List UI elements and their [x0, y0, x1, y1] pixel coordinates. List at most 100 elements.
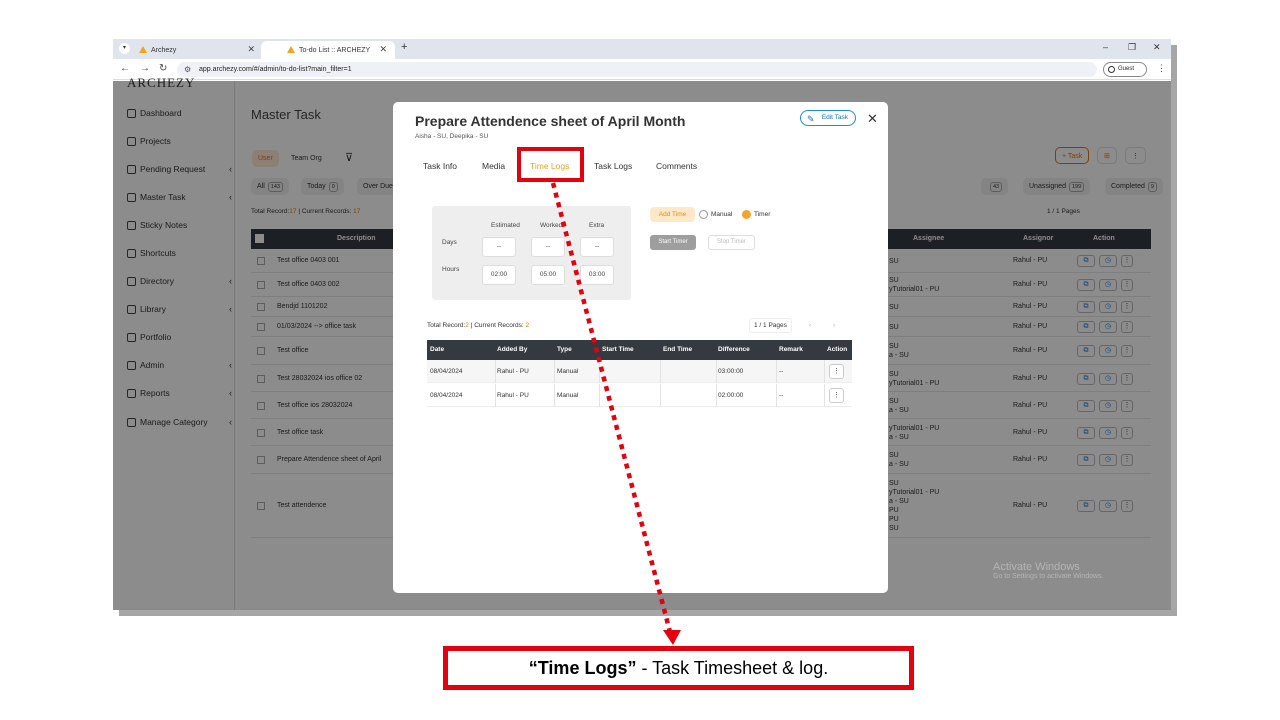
- cell-divider: [716, 384, 717, 407]
- tab-task-logs[interactable]: Task Logs: [594, 161, 632, 171]
- log-remark: --: [779, 392, 784, 399]
- cell-divider: [554, 360, 555, 383]
- records-current: 2: [525, 322, 530, 329]
- slide: ▾ Archezy ✕ To-do List :: ARCHEZY ✕ + – …: [0, 0, 1280, 720]
- address-bar: ← → ↻ ⚙ app.archezy.com/#/admin/to-do-li…: [113, 59, 1171, 80]
- time-log-row: 08/04/2024 Rahul - PU Manual 03:00:00 -- ⋮: [427, 360, 852, 383]
- days-label: Days: [442, 239, 457, 246]
- radio-selected-icon: [742, 210, 751, 219]
- worked-days: --: [531, 237, 565, 257]
- profile-icon: [1108, 66, 1115, 73]
- edit-task-button[interactable]: ✎ Edit Task: [800, 110, 856, 126]
- tab-title: To-do List :: ARCHEZY: [299, 46, 371, 54]
- browser-tab-archezy[interactable]: Archezy ✕: [113, 41, 263, 59]
- log-difference: 03:00:00: [718, 368, 744, 375]
- col-added-by: Added By: [497, 346, 528, 353]
- restore-icon[interactable]: ❐: [1128, 42, 1136, 53]
- close-tab-icon[interactable]: ✕: [247, 44, 255, 55]
- log-records-summary: Total Record:2 | Current Records: 2: [427, 322, 529, 329]
- log-type: Manual: [557, 368, 579, 375]
- tab-media[interactable]: Media: [482, 161, 505, 171]
- col-date: Date: [430, 346, 445, 353]
- log-added-by: Rahul - PU: [497, 392, 529, 399]
- prev-page-icon[interactable]: ‹: [809, 322, 811, 329]
- caption-text: - Task Timesheet & log.: [636, 658, 829, 678]
- mode-timer-radio[interactable]: Timer: [742, 210, 770, 219]
- browser-screenshot: ▾ Archezy ✕ To-do List :: ARCHEZY ✕ + – …: [113, 39, 1171, 610]
- archezy-favicon-icon: [287, 46, 295, 53]
- back-icon[interactable]: ←: [120, 63, 130, 74]
- extra-label: Extra: [589, 222, 605, 229]
- close-window-icon[interactable]: ✕: [1153, 42, 1161, 53]
- log-date: 08/04/2024: [430, 392, 463, 399]
- next-page-icon[interactable]: ›: [833, 322, 835, 329]
- cell-divider: [776, 360, 777, 383]
- log-difference: 02:00:00: [718, 392, 744, 399]
- watermark-line2: Go to Settings to activate Windows.: [993, 573, 1104, 580]
- tab-task-info[interactable]: Task Info: [423, 161, 457, 171]
- close-modal-icon[interactable]: ✕: [867, 111, 878, 127]
- task-modal: Prepare Attendence sheet of April Month …: [393, 102, 888, 593]
- records-prefix: Total Record:: [427, 322, 466, 329]
- log-added-by: Rahul - PU: [497, 368, 529, 375]
- cell-divider: [495, 360, 496, 383]
- modal-assignees: Aisha - SU, Deepika - SU: [415, 133, 489, 140]
- col-difference: Difference: [718, 346, 750, 353]
- col-action: Action: [827, 346, 848, 353]
- callout-caption: “Time Logs” - Task Timesheet & log.: [443, 646, 914, 690]
- app: ARCHEZY Dashboard Projects Pending Request…: [113, 75, 1171, 610]
- cell-divider: [599, 384, 600, 407]
- estimated-label: Estimated: [491, 222, 520, 229]
- log-remark: --: [779, 368, 784, 375]
- cell-divider: [824, 360, 825, 383]
- log-pagination: 1 / 1 Pages: [749, 318, 792, 333]
- cell-divider: [495, 384, 496, 407]
- estimated-days: --: [482, 237, 516, 257]
- caption-highlight: “Time Logs”: [528, 658, 637, 678]
- profile-button[interactable]: Guest: [1103, 62, 1147, 77]
- profile-label: Guest: [1118, 66, 1135, 72]
- log-row-menu-icon[interactable]: ⋮: [829, 388, 844, 403]
- log-row-menu-icon[interactable]: ⋮: [829, 364, 844, 379]
- reload-icon[interactable]: ↻: [159, 63, 167, 74]
- start-timer-button[interactable]: Start Timer: [650, 235, 696, 250]
- add-time-button[interactable]: Add Time: [650, 207, 695, 222]
- cell-divider: [716, 360, 717, 383]
- forward-icon[interactable]: →: [140, 63, 150, 74]
- log-date: 08/04/2024: [430, 368, 463, 375]
- mode-manual-radio[interactable]: Manual: [699, 210, 732, 219]
- archezy-favicon-icon: [139, 46, 147, 53]
- mode-manual-label: Manual: [711, 211, 733, 219]
- browser-menu-icon[interactable]: ⋮: [1157, 63, 1166, 74]
- stop-timer-button[interactable]: Stop Timer: [708, 235, 755, 250]
- close-tab-icon[interactable]: ✕: [379, 44, 387, 55]
- extra-days: --: [580, 237, 614, 257]
- col-remark: Remark: [779, 346, 803, 353]
- new-tab-icon[interactable]: +: [401, 41, 407, 53]
- records-mid: | Current Records:: [468, 322, 526, 329]
- cell-divider: [776, 384, 777, 407]
- arrow-head: [663, 630, 681, 645]
- modal-title: Prepare Attendence sheet of April Month: [415, 113, 686, 129]
- pencil-icon: ✎: [807, 114, 815, 124]
- url-field[interactable]: ⚙ app.archezy.com/#/admin/to-do-list?mai…: [177, 62, 1097, 77]
- hours-label: Hours: [442, 266, 460, 273]
- col-end-time: End Time: [663, 346, 693, 353]
- tab-title: Archezy: [151, 46, 177, 54]
- time-summary: Estimated Worked Extra Days Hours -- -- …: [432, 206, 631, 300]
- url-text: app.archezy.com/#/admin/to-do-list?main_…: [199, 66, 352, 73]
- estimated-hours: 02:00: [482, 265, 516, 285]
- log-type: Manual: [557, 392, 579, 399]
- cell-divider: [554, 384, 555, 407]
- minimize-icon[interactable]: –: [1103, 42, 1108, 52]
- tab-comments[interactable]: Comments: [656, 161, 697, 171]
- worked-label: Worked: [540, 222, 563, 229]
- cell-divider: [824, 384, 825, 407]
- time-log-row: 08/04/2024 Rahul - PU Manual 02:00:00 -- ⋮: [427, 384, 852, 407]
- browser-tab-todo[interactable]: To-do List :: ARCHEZY ✕: [261, 41, 395, 59]
- windows-watermark: Activate Windows Go to Settings to activ…: [993, 561, 1104, 580]
- col-start-time: Start Time: [602, 346, 634, 353]
- cell-divider: [660, 360, 661, 383]
- time-logs-highlight-box: [517, 147, 584, 182]
- tab-strip: ▾ Archezy ✕ To-do List :: ARCHEZY ✕ + – …: [113, 39, 1171, 59]
